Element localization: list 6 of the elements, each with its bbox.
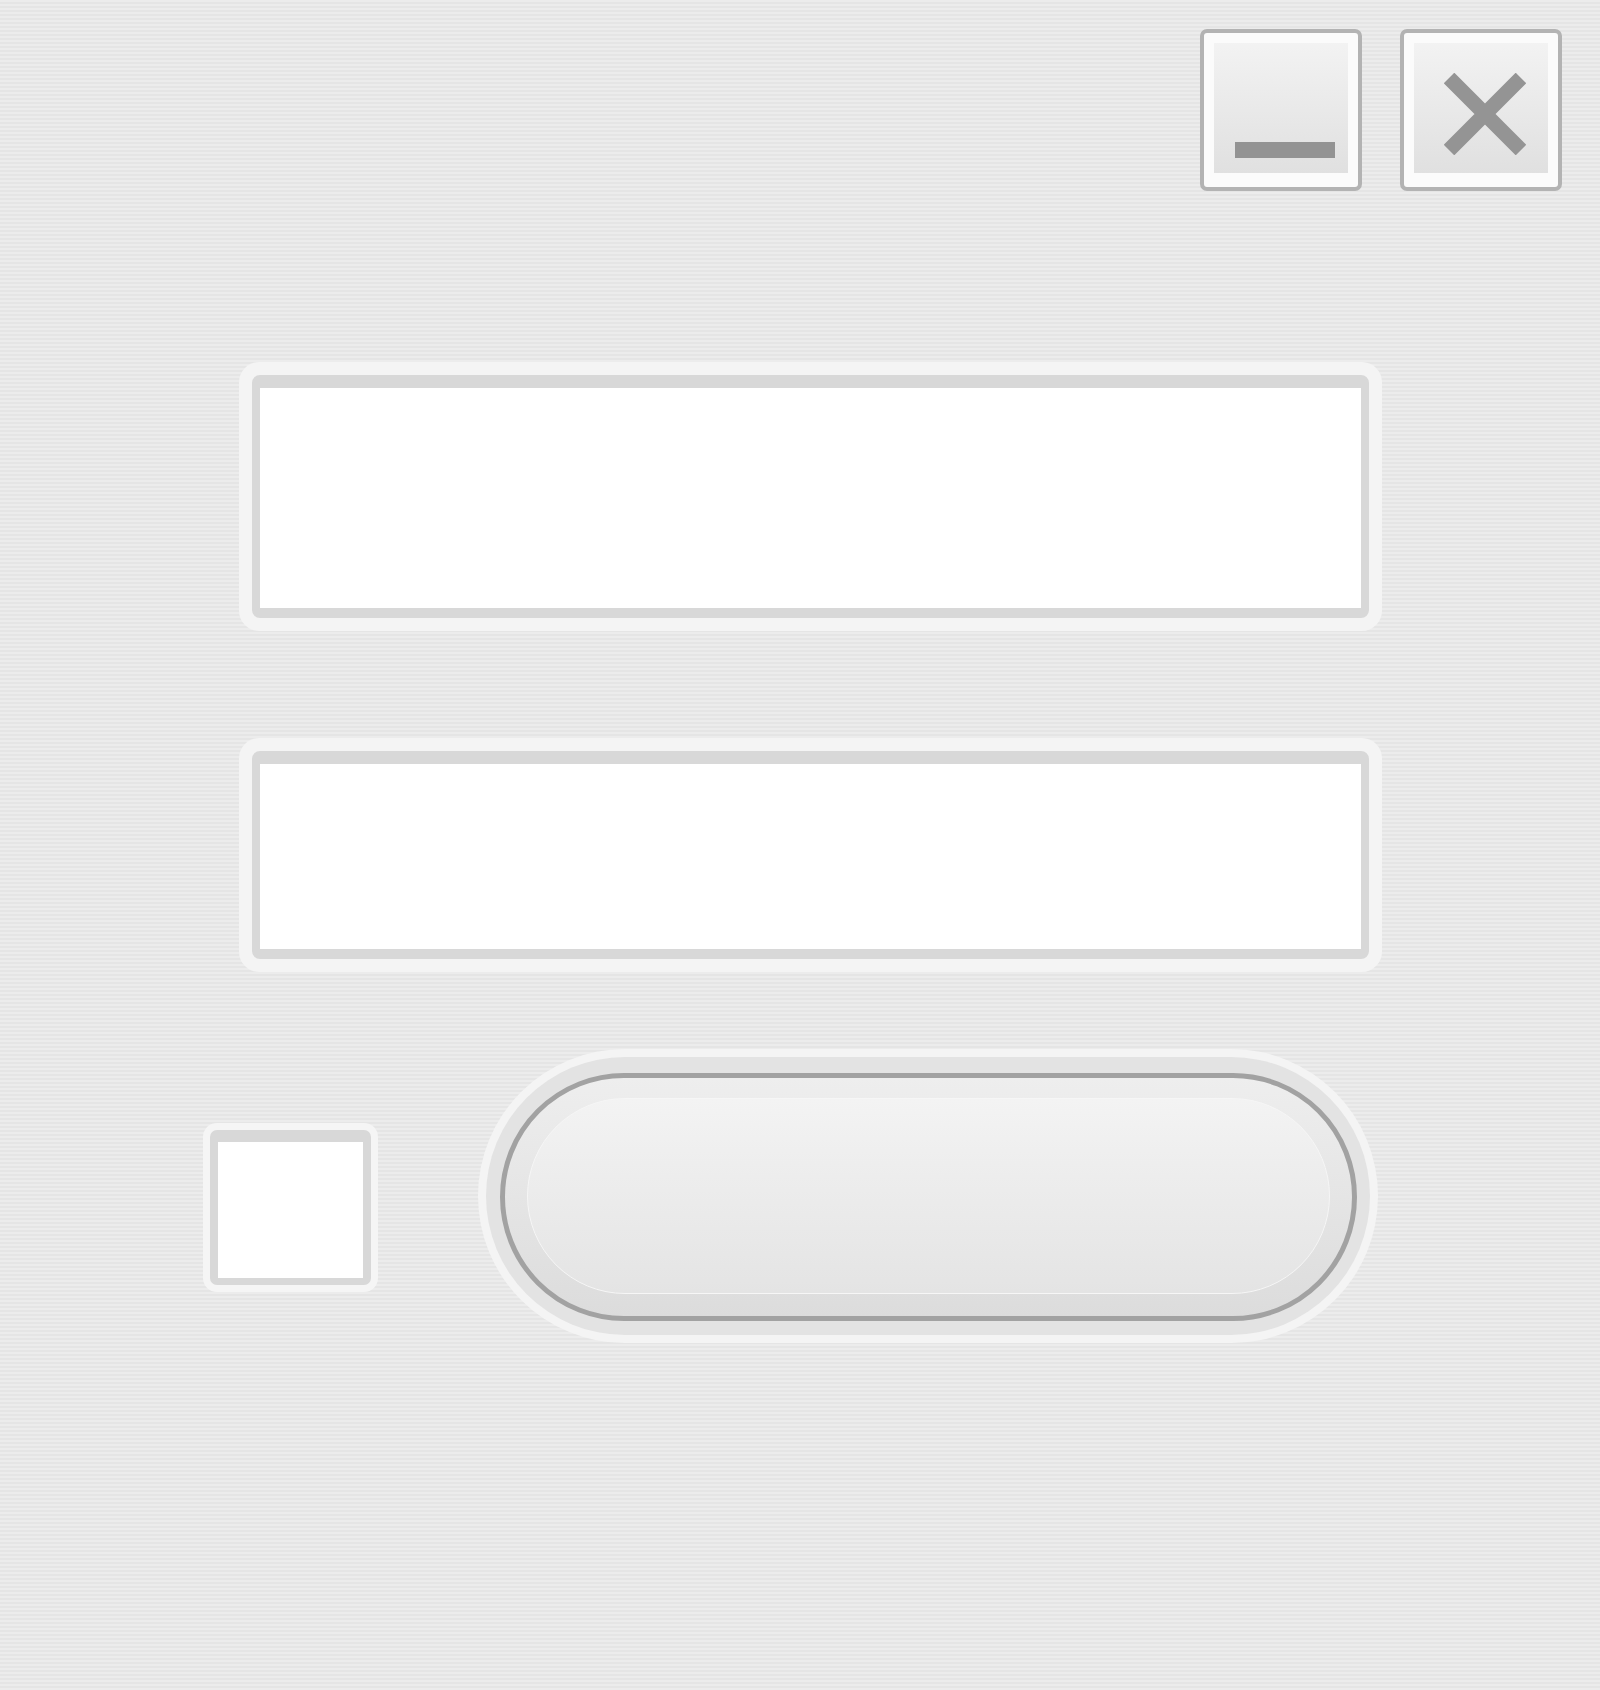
input-field[interactable]	[252, 751, 1369, 959]
minimize-button[interactable]	[1200, 29, 1362, 191]
minimize-icon	[1235, 142, 1335, 158]
close-button[interactable]	[1400, 29, 1562, 191]
input-field[interactable]	[252, 375, 1369, 618]
close-icon	[1444, 73, 1526, 155]
